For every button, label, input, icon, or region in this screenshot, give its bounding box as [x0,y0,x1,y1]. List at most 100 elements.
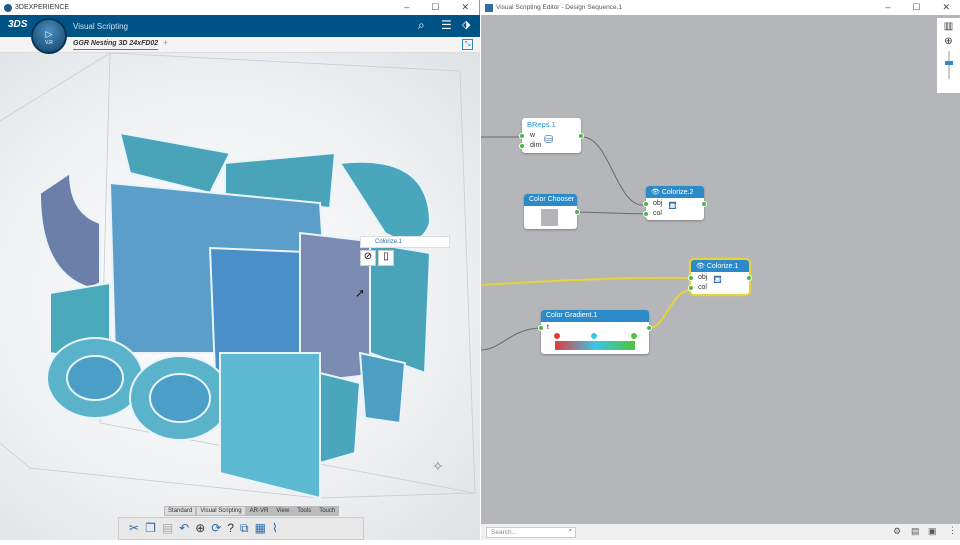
input-port[interactable] [538,325,544,331]
input-port[interactable] [688,275,694,281]
window-title: 3DEXPERIENCE [15,4,70,11]
breps-icon: ⛁ [544,134,554,146]
update-icon[interactable]: ⟳ [211,521,221,536]
undo-icon[interactable]: ↶ [179,521,189,536]
node-colorize-2[interactable]: 👁 Colorize.2 obj col ⛾ [643,186,707,220]
cut-icon[interactable]: ✂ [129,521,139,536]
map-icon[interactable]: ▥ [944,21,953,32]
image-icon[interactable]: ▣ [928,526,937,537]
node-title: BReps.1 [527,120,556,129]
title-bar: 3DEXPERIENCE – ☐ ✕ [0,0,479,15]
3d-model: ➚ ✧ [0,52,476,500]
3dexperience-window: 3DEXPERIENCE – ☐ ✕ 3DS Visual Scripting ⌕ … [0,0,480,540]
node-color-gradient[interactable]: Color Gradient.1 t [538,310,652,354]
compass-button[interactable]: ▷ V.R [31,18,67,54]
input-port[interactable] [519,143,525,149]
action-bar: Standard Visual Scripting AR-VR View Too… [118,506,364,540]
output-port[interactable] [646,325,652,331]
hide-show-button[interactable]: ⊘ [360,250,376,266]
wire [581,136,647,206]
input-port[interactable] [688,285,694,291]
close-button[interactable]: ✕ [942,2,950,13]
wire [481,276,692,286]
gradient-stop[interactable] [630,332,638,340]
input-port[interactable] [519,133,525,139]
play-icon: ▷ [45,29,53,39]
wire [481,327,543,351]
toolbar-tab[interactable]: AR-VR [245,506,273,516]
input-port[interactable] [643,211,649,217]
more-icon[interactable]: ⋮ [948,525,957,536]
grid-icon[interactable]: ▦ [255,521,266,536]
ds-logo-icon: 3DS [8,19,28,30]
toolbar-tab[interactable]: Tools [293,506,316,516]
close-button[interactable]: ✕ [461,2,469,13]
settings-icon[interactable]: ⚙ [893,526,901,537]
output-port[interactable] [578,133,584,139]
search-icon[interactable]: ⌕ [418,18,425,33]
port-label: t [547,324,549,331]
input-port[interactable] [643,201,649,207]
node-colorize-1[interactable]: 👁 Colorize.1 obj col ⛾ [688,260,752,294]
port-label: col [698,284,707,291]
output-port[interactable] [574,209,580,215]
delete-button[interactable]: ▯ [378,250,394,266]
menu-icon[interactable]: ☰ [441,18,452,32]
paint-bucket-icon: ⛾ [668,200,677,212]
editor-title-bar: Visual Scripting Editor - Design Sequenc… [481,0,960,15]
add-tab-button[interactable]: + [163,38,168,48]
gradient-bar[interactable] [555,341,635,350]
notes-icon[interactable]: ▤ [911,526,920,537]
zoom-icon[interactable]: ⊕ [944,36,952,47]
paste-icon[interactable]: ▤ [162,521,173,536]
toolbar-tab[interactable]: Standard [164,506,197,516]
canvas-tools: ▥ ⊕ [937,18,960,93]
maximize-button[interactable]: ☐ [912,2,920,13]
minimize-button[interactable]: – [885,2,890,13]
node-title: Color Chooser [524,194,577,206]
gradient-stop[interactable] [590,332,598,340]
node-title: 👁 Colorize.2 [646,186,704,198]
zoom-fit-icon[interactable]: ⊕ [195,521,205,536]
minimize-button[interactable]: – [404,2,409,13]
collapse-icon[interactable]: ⤡ [462,39,473,50]
help-icon[interactable]: ? [227,521,234,536]
node-breps[interactable]: BReps.1 w dim ⛁ [519,118,584,153]
node-title: Color Gradient.1 [541,310,649,322]
gradient-stop[interactable] [553,332,561,340]
port-label: w [530,132,536,139]
copy-icon[interactable]: ❐ [145,521,156,536]
paint-bucket-icon: ⛾ [713,274,722,286]
compass-label: V.R [45,40,53,46]
port-label: obj [653,200,663,207]
port-label: dim [530,142,542,149]
node-title: 👁 Colorize.1 [691,260,749,272]
chart-icon[interactable]: ⌇ [272,521,278,536]
axis-triad-icon: ✧ [432,458,444,474]
app-logo-icon [4,3,12,12]
toolbar-tab[interactable]: Touch [315,506,340,516]
tab-ggr-nesting[interactable]: GGR Nesting 3D 24xFD02 [73,40,159,50]
output-port[interactable] [701,201,707,207]
maximize-button[interactable]: ☐ [431,2,439,13]
tag-icon[interactable]: ⬗ [462,18,470,31]
output-port[interactable] [746,275,752,281]
toolbar-tab[interactable]: View [272,506,294,516]
search-placeholder: Search... [491,529,518,536]
search-input[interactable]: Search... ⌕ [486,527,576,538]
port-label: obj [698,274,708,281]
color-swatch[interactable] [541,209,558,226]
graph-icon[interactable]: ⧉ [240,521,249,536]
wire [648,289,692,329]
toolbar-tab[interactable]: Visual Scripting [196,506,246,516]
3d-viewport[interactable]: ➚ ✧ Colorize.1 ⊘ ▯ [0,52,480,540]
search-icon[interactable]: ⌕ [568,527,572,535]
wire [576,211,647,215]
svg-text:➚: ➚ [355,286,365,300]
editor-logo-icon [485,3,493,12]
node-color-chooser[interactable]: Color Chooser [524,194,580,229]
visual-scripting-editor-window: Visual Scripting Editor - Design Sequenc… [481,0,960,540]
tooltip-label: Colorize.1 [375,239,403,245]
zoom-slider[interactable] [944,51,953,79]
tab-bar: GGR Nesting 3D 24xFD02 + ⤡ [0,37,480,53]
